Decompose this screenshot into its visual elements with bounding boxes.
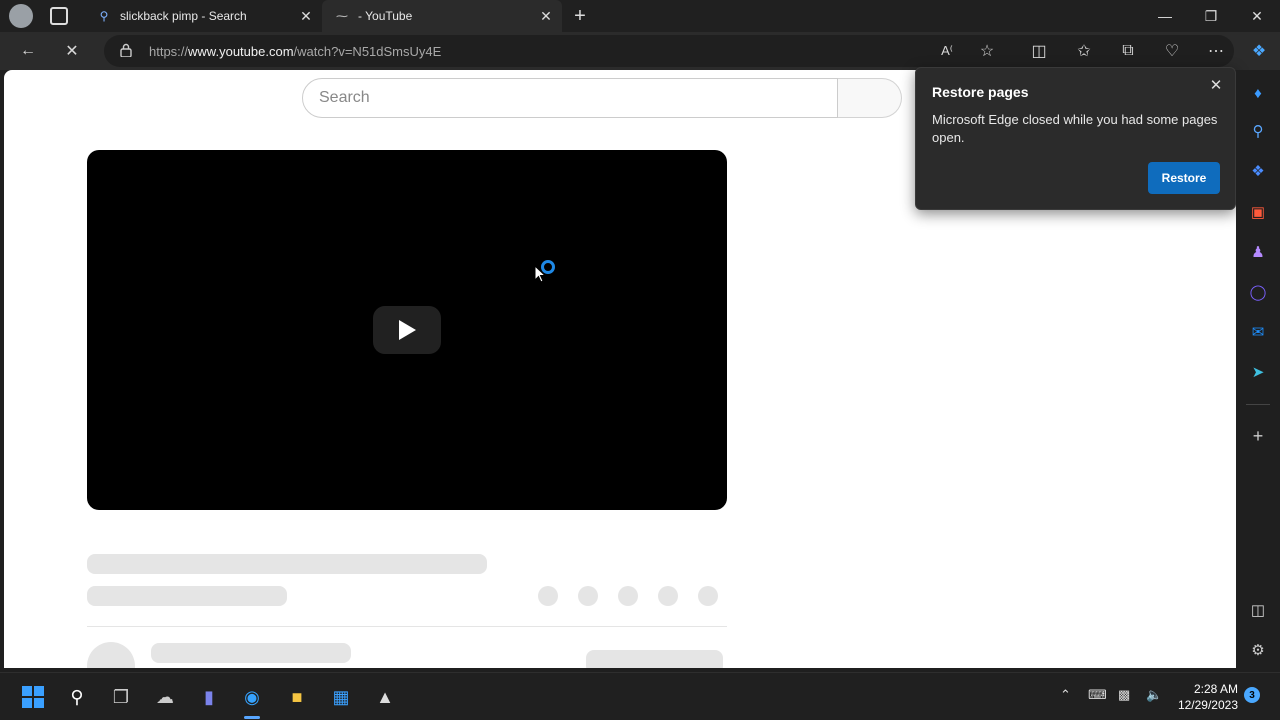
comment-placeholder: [151, 643, 351, 663]
clock-date: 12/29/2023: [1177, 698, 1238, 712]
close-tab-icon[interactable]: ✕: [294, 4, 318, 28]
search-icon[interactable]: ⚲: [63, 683, 91, 711]
microsoft365-icon[interactable]: ◯: [1247, 281, 1269, 303]
read-aloud-icon[interactable]: A⁽: [931, 36, 963, 66]
games-icon[interactable]: ♟: [1247, 241, 1269, 263]
tab-title: - YouTube: [358, 9, 413, 23]
drop-icon[interactable]: ➤: [1247, 361, 1269, 383]
new-tab-button[interactable]: +: [568, 4, 592, 28]
divider: [87, 626, 727, 627]
search-button[interactable]: [838, 78, 902, 118]
profile-avatar[interactable]: [9, 4, 33, 28]
stop-loading-button[interactable]: ✕: [56, 36, 88, 66]
tools-icon[interactable]: ▣: [1247, 201, 1269, 223]
keyboard-icon[interactable]: ⌨: [1088, 687, 1107, 703]
close-tab-icon[interactable]: ✕: [534, 4, 558, 28]
search-icon[interactable]: ⚲: [1247, 120, 1269, 142]
loading-icon: ⁓: [336, 9, 348, 23]
app-installer-icon[interactable]: ▲: [371, 683, 399, 711]
windows-start-icon[interactable]: [19, 683, 47, 711]
copilot-icon[interactable]: ❖: [1243, 36, 1275, 66]
add-icon[interactable]: +: [1247, 425, 1269, 447]
play-button[interactable]: [373, 306, 441, 354]
notification-badge[interactable]: 3: [1244, 687, 1260, 703]
action-placeholder: [538, 586, 558, 606]
restore-button[interactable]: Restore: [1148, 162, 1220, 194]
title-placeholder: [87, 554, 487, 574]
close-icon[interactable]: ✕: [1205, 74, 1227, 96]
shopping-tag-icon[interactable]: ❖: [1247, 160, 1269, 182]
close-window-button[interactable]: ✕: [1234, 0, 1280, 32]
tab-title: slickback pimp - Search: [120, 9, 247, 23]
favorite-star-icon[interactable]: ☆: [971, 36, 1003, 66]
volume-muted-icon[interactable]: 🔈: [1146, 687, 1162, 703]
tab-search[interactable]: ⚲ slickback pimp - Search ✕: [84, 0, 322, 32]
play-icon: [399, 320, 416, 340]
notification-bell-icon[interactable]: ♦: [1247, 82, 1269, 104]
url-text: https://www.youtube.com/watch?v=N51dSmsU…: [149, 43, 442, 59]
button-placeholder: [586, 650, 723, 668]
favorites-icon[interactable]: ✩: [1068, 36, 1100, 66]
video-player[interactable]: [87, 150, 727, 510]
active-app-indicator: [244, 716, 260, 719]
popup-message: Microsoft Edge closed while you had some…: [932, 112, 1218, 145]
clock[interactable]: 2:28 AM 12/29/2023: [1176, 681, 1238, 713]
action-placeholder: [658, 586, 678, 606]
action-placeholder: [618, 586, 638, 606]
clock-time: 2:28 AM: [1193, 682, 1238, 696]
task-view-icon[interactable]: ❐: [107, 683, 135, 711]
tab-youtube[interactable]: ⁓ - YouTube ✕: [322, 0, 562, 32]
widgets-icon[interactable]: ☁: [151, 683, 179, 711]
file-explorer-icon[interactable]: ■: [283, 683, 311, 711]
toolbar: ← ✕ https://www.youtube.com/watch?v=N51d…: [0, 32, 1280, 70]
back-button[interactable]: ←: [12, 36, 44, 66]
lock-icon[interactable]: [120, 43, 132, 58]
address-bar[interactable]: https://www.youtube.com/watch?v=N51dSmsU…: [104, 35, 1234, 67]
taskbar: ⚲ ❐ ☁ ▮ ◉ ■ ▦ ▲ ⌃ ⌨ ▩ 🔈 2:28 AM 12/29/20…: [0, 672, 1280, 720]
avatar-placeholder: [87, 642, 135, 668]
restore-pages-popup: Restore pages Microsoft Edge closed whil…: [915, 67, 1236, 210]
collections-icon[interactable]: ⧉: [1112, 36, 1144, 66]
outlook-icon[interactable]: ✉: [1247, 321, 1269, 343]
show-hidden-icons-chevron-icon[interactable]: ⌃: [1060, 687, 1071, 703]
settings-more-icon[interactable]: ⋯: [1200, 36, 1232, 66]
browser-essentials-icon[interactable]: ♡: [1156, 36, 1188, 66]
search-input[interactable]: Search: [302, 78, 838, 118]
split-screen-icon[interactable]: ◫: [1023, 36, 1055, 66]
teams-chat-icon[interactable]: ▮: [195, 683, 223, 711]
restore-window-button[interactable]: ❐: [1188, 0, 1234, 32]
tab-actions-icon[interactable]: [50, 7, 68, 25]
minimize-button[interactable]: —: [1142, 0, 1188, 32]
action-placeholder: [578, 586, 598, 606]
network-icon[interactable]: ▩: [1118, 687, 1130, 703]
action-placeholder: [698, 586, 718, 606]
edge-sidebar: ♦ ⚲ ❖ ▣ ♟ ◯ ✉ ➤ + ◫ ⚙: [1236, 70, 1280, 668]
edge-browser-icon[interactable]: ◉: [238, 683, 266, 711]
search-icon: ⚲: [99, 9, 109, 23]
microsoft-store-icon[interactable]: ▦: [327, 683, 355, 711]
tab-strip: ⚲ slickback pimp - Search ✕ ⁓ - YouTube …: [0, 0, 1280, 32]
channel-placeholder: [87, 586, 287, 606]
mouse-cursor-icon: [534, 264, 547, 288]
popup-title: Restore pages: [932, 84, 1029, 100]
sidebar-divider: [1246, 404, 1270, 405]
sidebar-toggle-icon[interactable]: ◫: [1247, 599, 1269, 621]
gear-icon[interactable]: ⚙: [1247, 639, 1269, 661]
